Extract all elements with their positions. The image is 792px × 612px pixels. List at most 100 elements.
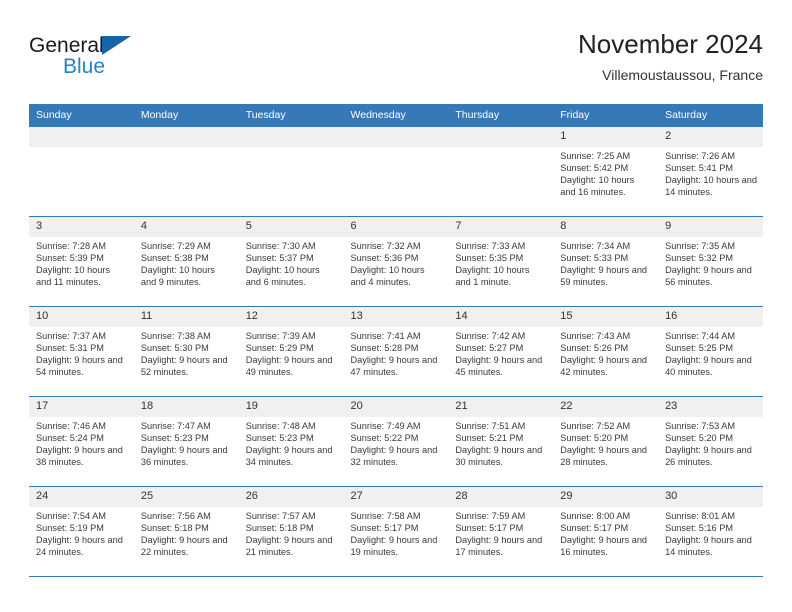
calendar-day-cell[interactable]: 12 Sunrise: 7:39 AM Sunset: 5:29 PM Dayligh… xyxy=(238,306,344,397)
calendar-day-cell[interactable]: 14 Sunrise: 7:42 AM Sunset: 5:27 PM Dayligh… xyxy=(448,306,554,397)
day-number: 23 xyxy=(658,397,763,417)
calendar-day-cell[interactable]: 6 Sunrise: 7:32 AM Sunset: 5:36 PM Daylight… xyxy=(343,216,449,307)
day-number xyxy=(133,127,239,147)
day-cell-inner: 23 Sunrise: 7:53 AM Sunset: 5:20 PM Dayligh… xyxy=(658,397,763,486)
sunrise-text: Sunrise: 7:57 AM xyxy=(245,511,316,521)
day-number xyxy=(29,127,134,147)
sunrise-text: Sunrise: 7:53 AM xyxy=(665,421,736,431)
day-number: 22 xyxy=(553,397,659,417)
calendar-day-cell[interactable]: 3 Sunrise: 7:28 AM Sunset: 5:39 PM Daylight… xyxy=(29,216,134,307)
day-cell-inner: 5 Sunrise: 7:30 AM Sunset: 5:37 PM Daylight… xyxy=(238,217,344,306)
sunrise-text: Sunrise: 7:39 AM xyxy=(245,331,316,341)
day-details: Sunrise: 7:37 AM Sunset: 5:31 PM Daylight:… xyxy=(29,327,134,379)
calendar-day-cell[interactable]: 2 Sunrise: 7:26 AM Sunset: 5:41 PM Daylight… xyxy=(658,127,763,217)
calendar-day-cell[interactable]: 17 Sunrise: 7:46 AM Sunset: 5:24 PM Dayligh… xyxy=(29,396,134,487)
day-cell-inner xyxy=(343,127,449,216)
day-number: 2 xyxy=(658,127,763,147)
calendar-body: 1 Sunrise: 7:25 AM Sunset: 5:42 PM Daylight… xyxy=(29,127,763,577)
sunrise-text: Sunrise: 7:51 AM xyxy=(455,421,526,431)
calendar-day-cell[interactable]: 16 Sunrise: 7:44 AM Sunset: 5:25 PM Dayligh… xyxy=(658,306,763,397)
day-cell-inner: 4 Sunrise: 7:29 AM Sunset: 5:38 PM Daylight… xyxy=(133,217,239,306)
day-number: 21 xyxy=(448,397,554,417)
daylight-text: Daylight: 9 hours and 49 minutes. xyxy=(245,354,333,377)
daylight-text: Daylight: 9 hours and 26 minutes. xyxy=(665,444,752,467)
calendar-day-cell[interactable]: 18 Sunrise: 7:47 AM Sunset: 5:23 PM Dayligh… xyxy=(133,396,239,487)
calendar-day-cell[interactable]: 13 Sunrise: 7:41 AM Sunset: 5:28 PM Dayligh… xyxy=(343,306,449,397)
daylight-text: Daylight: 9 hours and 45 minutes. xyxy=(455,354,543,377)
calendar-day-cell[interactable]: 11 Sunrise: 7:38 AM Sunset: 5:30 PM Dayligh… xyxy=(133,306,239,397)
day-cell-inner: 17 Sunrise: 7:46 AM Sunset: 5:24 PM Dayligh… xyxy=(29,397,134,486)
calendar-day-cell[interactable]: 25 Sunrise: 7:56 AM Sunset: 5:18 PM Dayligh… xyxy=(133,486,239,577)
day-number: 27 xyxy=(343,487,449,507)
calendar-day-cell[interactable]: 5 Sunrise: 7:30 AM Sunset: 5:37 PM Daylight… xyxy=(238,216,344,307)
day-details: Sunrise: 7:30 AM Sunset: 5:37 PM Daylight:… xyxy=(239,237,344,289)
calendar-day-cell[interactable]: 19 Sunrise: 7:48 AM Sunset: 5:23 PM Dayligh… xyxy=(238,396,344,487)
day-details: Sunrise: 7:43 AM Sunset: 5:26 PM Daylight:… xyxy=(553,327,658,379)
sunset-text: Sunset: 5:41 PM xyxy=(665,162,733,173)
sunset-text: Sunset: 5:18 PM xyxy=(140,522,209,533)
calendar-day-cell[interactable]: 7 Sunrise: 7:33 AM Sunset: 5:35 PM Daylight… xyxy=(448,216,554,307)
day-number: 13 xyxy=(343,307,449,327)
day-details: Sunrise: 7:57 AM Sunset: 5:18 PM Daylight:… xyxy=(239,507,344,559)
calendar-day-cell[interactable]: 10 Sunrise: 7:37 AM Sunset: 5:31 PM Dayligh… xyxy=(29,306,134,397)
calendar-day-cell[interactable]: 4 Sunrise: 7:29 AM Sunset: 5:38 PM Daylight… xyxy=(133,216,239,307)
calendar-day-cell[interactable]: 1 Sunrise: 7:25 AM Sunset: 5:42 PM Daylight… xyxy=(553,127,659,217)
calendar-day-cell[interactable]: 28 Sunrise: 7:59 AM Sunset: 5:17 PM Dayligh… xyxy=(448,486,554,577)
sunset-text: Sunset: 5:24 PM xyxy=(36,432,104,443)
calendar-day-cell[interactable]: 22 Sunrise: 7:52 AM Sunset: 5:20 PM Dayligh… xyxy=(553,396,659,487)
day-number xyxy=(343,127,449,147)
daylight-text: Daylight: 9 hours and 56 minutes. xyxy=(665,264,752,287)
day-details: Sunrise: 7:49 AM Sunset: 5:22 PM Daylight:… xyxy=(344,417,449,469)
day-cell-inner: 2 Sunrise: 7:26 AM Sunset: 5:41 PM Daylight… xyxy=(658,127,763,216)
day-number: 6 xyxy=(343,217,449,237)
day-number: 5 xyxy=(238,217,344,237)
day-details: Sunrise: 7:33 AM Sunset: 5:35 PM Daylight:… xyxy=(448,237,553,289)
sunrise-text: Sunrise: 7:48 AM xyxy=(245,421,316,431)
day-number: 18 xyxy=(133,397,239,417)
sunrise-text: Sunrise: 7:35 AM xyxy=(665,241,736,251)
day-cell-inner: 25 Sunrise: 7:56 AM Sunset: 5:18 PM Dayligh… xyxy=(133,487,239,576)
calendar-day-cell[interactable]: 24 Sunrise: 7:54 AM Sunset: 5:19 PM Dayligh… xyxy=(29,486,134,577)
calendar-day-cell[interactable]: 21 Sunrise: 7:51 AM Sunset: 5:21 PM Dayligh… xyxy=(448,396,554,487)
day-details: Sunrise: 7:41 AM Sunset: 5:28 PM Daylight:… xyxy=(344,327,449,379)
day-number: 14 xyxy=(448,307,554,327)
calendar-day-cell[interactable]: 29 Sunrise: 8:00 AM Sunset: 5:17 PM Dayligh… xyxy=(553,486,659,577)
sunrise-text: Sunrise: 7:25 AM xyxy=(560,151,631,161)
calendar-day-cell[interactable]: 27 Sunrise: 7:58 AM Sunset: 5:17 PM Dayligh… xyxy=(343,486,449,577)
calendar-day-cell[interactable]: 26 Sunrise: 7:57 AM Sunset: 5:18 PM Dayligh… xyxy=(238,486,344,577)
calendar-day-cell[interactable]: 23 Sunrise: 7:53 AM Sunset: 5:20 PM Dayligh… xyxy=(658,396,763,487)
weekday-header-wednesday: Wednesday xyxy=(343,104,449,127)
sunset-text: Sunset: 5:22 PM xyxy=(350,432,419,443)
sunrise-text: Sunrise: 7:41 AM xyxy=(350,331,421,341)
daylight-text: Daylight: 10 hours and 14 minutes. xyxy=(665,174,757,197)
sunrise-text: Sunrise: 7:34 AM xyxy=(560,241,631,251)
day-cell-inner: 29 Sunrise: 8:00 AM Sunset: 5:17 PM Dayligh… xyxy=(553,487,659,576)
sunset-text: Sunset: 5:27 PM xyxy=(455,342,524,353)
sunrise-text: Sunrise: 7:47 AM xyxy=(140,421,211,431)
daylight-text: Daylight: 10 hours and 6 minutes. xyxy=(245,264,320,287)
day-cell-inner: 13 Sunrise: 7:41 AM Sunset: 5:28 PM Dayligh… xyxy=(343,307,449,396)
calendar-week-row: 17 Sunrise: 7:46 AM Sunset: 5:24 PM Dayligh… xyxy=(29,396,763,487)
sunrise-text: Sunrise: 7:42 AM xyxy=(455,331,526,341)
daylight-text: Daylight: 9 hours and 21 minutes. xyxy=(245,534,333,557)
calendar-day-cell[interactable]: 20 Sunrise: 7:49 AM Sunset: 5:22 PM Dayligh… xyxy=(343,396,449,487)
daylight-text: Daylight: 9 hours and 24 minutes. xyxy=(36,534,123,557)
calendar-day-cell[interactable]: 30 Sunrise: 8:01 AM Sunset: 5:16 PM Dayligh… xyxy=(658,486,763,577)
calendar-week-row: 3 Sunrise: 7:28 AM Sunset: 5:39 PM Daylight… xyxy=(29,216,763,307)
day-number: 9 xyxy=(658,217,763,237)
calendar-day-cell[interactable]: 8 Sunrise: 7:34 AM Sunset: 5:33 PM Daylight… xyxy=(553,216,659,307)
sunrise-text: Sunrise: 7:59 AM xyxy=(455,511,526,521)
weekday-header-friday: Friday xyxy=(553,104,659,127)
day-number: 12 xyxy=(238,307,344,327)
daylight-text: Daylight: 9 hours and 42 minutes. xyxy=(560,354,648,377)
daylight-text: Daylight: 9 hours and 32 minutes. xyxy=(350,444,438,467)
sunset-text: Sunset: 5:23 PM xyxy=(245,432,314,443)
day-details: Sunrise: 7:51 AM Sunset: 5:21 PM Daylight:… xyxy=(448,417,553,469)
calendar-day-cell[interactable]: 9 Sunrise: 7:35 AM Sunset: 5:32 PM Daylight… xyxy=(658,216,763,307)
sunrise-text: Sunrise: 7:26 AM xyxy=(665,151,736,161)
day-cell-inner: 12 Sunrise: 7:39 AM Sunset: 5:29 PM Dayligh… xyxy=(238,307,344,396)
triangle-icon xyxy=(102,36,131,55)
calendar-day-cell[interactable]: 15 Sunrise: 7:43 AM Sunset: 5:26 PM Dayligh… xyxy=(553,306,659,397)
daylight-text: Daylight: 9 hours and 17 minutes. xyxy=(455,534,543,557)
sunset-text: Sunset: 5:19 PM xyxy=(36,522,104,533)
